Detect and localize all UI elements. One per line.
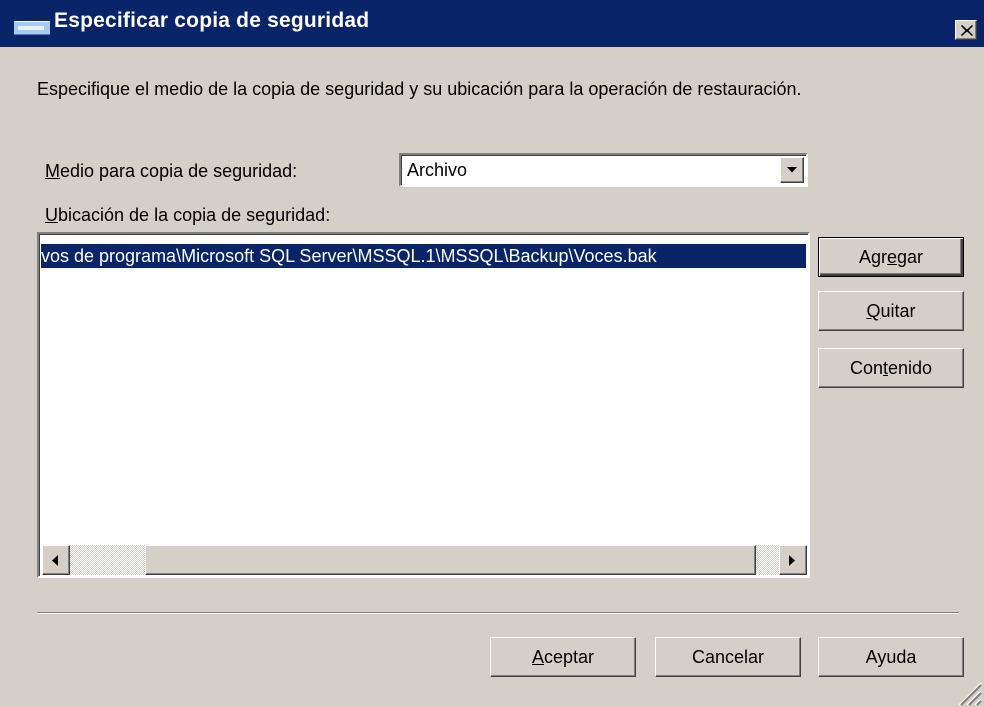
close-button[interactable] (955, 20, 977, 40)
remove-button-mnemonic: Q (866, 301, 881, 321)
separator (37, 612, 959, 614)
location-label: Ubicación de la copia de seguridad: (45, 205, 330, 226)
title-bar[interactable]: Especificar copia de seguridad (0, 0, 984, 47)
horizontal-scrollbar[interactable] (42, 545, 807, 575)
window-icon (14, 21, 50, 35)
medium-label-mnemonic: M (45, 161, 60, 181)
window-title: Especificar copia de seguridad (54, 9, 370, 32)
medium-select[interactable]: Archivo (399, 153, 808, 187)
medium-dropdown-button[interactable] (780, 157, 804, 183)
scrollbar-thumb[interactable] (145, 545, 756, 575)
list-item-text: vos de programa\Microsoft SQL Server\MSS… (41, 246, 657, 266)
scroll-right-button[interactable] (779, 545, 807, 575)
remove-button[interactable]: Quitar (818, 291, 964, 331)
arrow-left-icon (52, 555, 58, 566)
medium-label-text: edio para copia de seguridad: (60, 161, 298, 181)
cancel-button[interactable]: Cancelar (655, 637, 801, 677)
resize-grip-icon[interactable] (956, 680, 982, 706)
location-label-text: bicación de la copia de seguridad: (58, 205, 331, 225)
add-button-mnemonic: e (886, 247, 897, 267)
medium-select-value: Archivo (407, 160, 468, 180)
backup-location-list[interactable]: vos de programa\Microsoft SQL Server\MSS… (37, 232, 810, 578)
location-label-mnemonic: U (45, 205, 58, 225)
add-button[interactable]: Agregar (818, 237, 964, 277)
chevron-down-icon (787, 167, 797, 173)
contents-button[interactable]: Contenido (818, 348, 964, 388)
scroll-left-button[interactable] (42, 545, 70, 575)
list-item[interactable]: vos de programa\Microsoft SQL Server\MSS… (41, 244, 806, 268)
medium-label: Medio para copia de seguridad: (45, 161, 297, 182)
add-button-text-post: gar (897, 247, 924, 267)
contents-button-text-pre: Con (849, 358, 883, 378)
help-button[interactable]: Ayuda (818, 637, 964, 677)
ok-button-mnemonic: A (531, 647, 544, 667)
remove-button-text-post: uitar (880, 301, 916, 321)
arrow-right-icon (789, 555, 795, 566)
close-icon (961, 25, 973, 36)
contents-button-text-post: enido (888, 358, 933, 378)
ok-button-text-post: ceptar (543, 647, 595, 667)
specify-backup-dialog: Especificar copia de seguridad Especifiq… (0, 0, 984, 707)
ok-button[interactable]: Aceptar (490, 637, 636, 677)
description-text: Especifique el medio de la copia de segu… (37, 79, 802, 99)
add-button-text-pre: Agr (858, 247, 887, 267)
